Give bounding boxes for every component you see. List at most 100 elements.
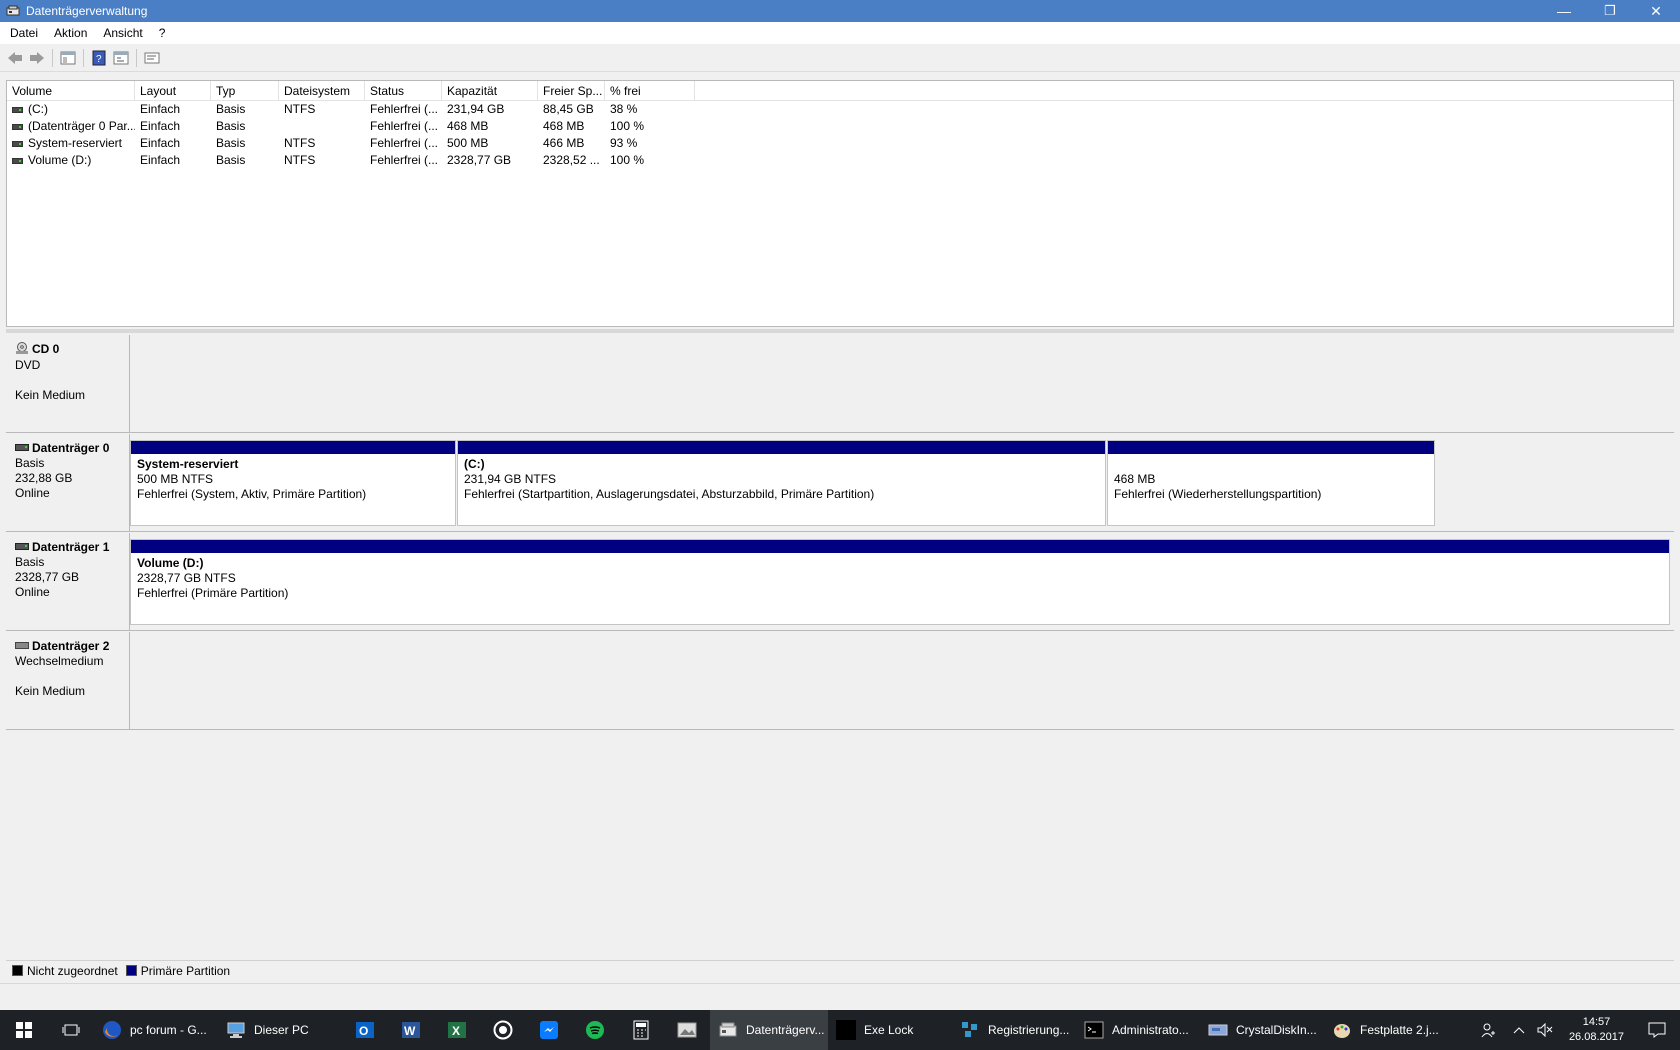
command-prompt-icon (1084, 1020, 1104, 1040)
taskbar-crystaldiskinfo[interactable]: CrystalDiskIn... (1200, 1010, 1324, 1050)
disk-row-disk2: Datenträger 2 Wechselmedium Kein Medium (6, 632, 1674, 730)
disk-size: 232,88 GB (15, 471, 73, 486)
disk-name: CD 0 (32, 342, 60, 357)
taskbar-messenger[interactable] (526, 1010, 572, 1050)
volume-button[interactable] (1531, 1010, 1559, 1050)
partition-bar (1108, 441, 1434, 454)
taskbar-photos[interactable] (664, 1010, 710, 1050)
console-tree-button[interactable] (57, 47, 79, 69)
col-volume[interactable]: Volume (7, 81, 135, 100)
people-button[interactable] (1471, 1010, 1507, 1050)
volume-icon (12, 157, 23, 164)
taskbar-registry[interactable]: Registrierung... (952, 1010, 1076, 1050)
col-freier-speicher[interactable]: Freier Sp... (538, 81, 605, 100)
forward-button[interactable] (26, 47, 48, 69)
partition-d[interactable]: Volume (D:) 2328,77 GB NTFS Fehlerfrei (… (130, 539, 1670, 625)
menu-help[interactable]: ? (153, 26, 172, 40)
taskbar-label: Exe Lock (864, 1023, 914, 1037)
toolbar-separator (83, 48, 84, 67)
disk-label-disk2[interactable]: Datenträger 2 Wechselmedium Kein Medium (6, 632, 130, 729)
cell-pct: 93 % (610, 136, 638, 150)
partition-system-reserved[interactable]: System-reserviert 500 MB NTFS Fehlerfrei… (130, 440, 456, 526)
taskbar-firefox[interactable]: pc forum - G... (94, 1010, 218, 1050)
partition-recovery[interactable]: 468 MB Fehlerfrei (Wiederherstellungspar… (1107, 440, 1435, 526)
table-row[interactable]: (C:) Einfach Basis NTFS Fehlerfrei (... … (7, 101, 1673, 118)
cell-pct: 100 % (610, 153, 645, 167)
registry-editor-icon (960, 1020, 980, 1040)
disk-name: Datenträger 0 (32, 441, 110, 455)
partition-c[interactable]: (C:) 231,94 GB NTFS Fehlerfrei (Startpar… (457, 440, 1106, 526)
taskbar-datentraegerverwaltung[interactable]: Datenträgerv... (710, 1010, 828, 1050)
taskbar-outlook[interactable]: O (342, 1010, 388, 1050)
col-kapazitaet[interactable]: Kapazität (442, 81, 538, 100)
cell-pct: 100 % (610, 119, 645, 133)
show-hide-button[interactable] (141, 47, 163, 69)
table-row[interactable]: (Datenträger 0 Par... Einfach Basis Fehl… (7, 118, 1673, 135)
taskbar-label: Datenträgerv... (746, 1023, 825, 1037)
taskbar-spotify[interactable] (572, 1010, 618, 1050)
disk-row-disk0: Datenträger 0 Basis 232,88 GB Online Sys… (6, 434, 1674, 532)
partition-bar (131, 540, 1669, 553)
cell-fs: NTFS (284, 136, 316, 150)
taskbar-whatsapp[interactable] (480, 1010, 526, 1050)
disk-row-disk1: Datenträger 1 Basis 2328,77 GB Online Vo… (6, 533, 1674, 631)
taskbar-dieser-pc[interactable]: Dieser PC (218, 1010, 342, 1050)
task-view-button[interactable] (48, 1010, 94, 1050)
menu-bar: Datei Aktion Ansicht ? (0, 22, 1680, 44)
messenger-icon (539, 1020, 559, 1040)
menu-aktion[interactable]: Aktion (48, 26, 93, 40)
console-tree-icon (60, 51, 76, 64)
disk-type: Basis (15, 555, 45, 570)
whatsapp-icon (493, 1020, 513, 1040)
col-layout[interactable]: Layout (135, 81, 211, 100)
table-row[interactable]: System-reserviert Einfach Basis NTFS Feh… (7, 135, 1673, 152)
taskbar-label: pc forum - G... (130, 1023, 207, 1037)
volume-list: Volume Layout Typ Dateisystem Status Kap… (6, 80, 1674, 327)
svg-text:X: X (452, 1024, 460, 1038)
list-header: Volume Layout Typ Dateisystem Status Kap… (7, 81, 1673, 101)
taskbar-administrator-cmd[interactable]: Administrato... (1076, 1010, 1200, 1050)
taskbar-label: Administrato... (1112, 1023, 1189, 1037)
partition-title: (C:) (464, 457, 485, 471)
cell-typ: Basis (216, 102, 246, 116)
taskbar-label: Dieser PC (254, 1023, 309, 1037)
taskbar-calculator[interactable] (618, 1010, 664, 1050)
menu-ansicht[interactable]: Ansicht (97, 26, 148, 40)
disk-label-cd0[interactable]: CD 0 DVD Kein Medium (6, 335, 130, 432)
outlook-icon: O (355, 1020, 375, 1040)
partition-size: 231,94 GB NTFS (464, 472, 557, 486)
disk-type: DVD (15, 358, 41, 372)
help-icon: ? (92, 50, 106, 65)
show-hidden-icons-button[interactable] (1507, 1010, 1531, 1050)
close-button[interactable]: ✕ (1633, 0, 1679, 22)
disk-management-icon (6, 5, 20, 17)
restore-button[interactable]: ❐ (1587, 0, 1633, 22)
menu-datei[interactable]: Datei (4, 26, 44, 40)
back-button[interactable] (4, 47, 26, 69)
cell-volume: System-reserviert (28, 136, 123, 150)
taskbar-label: Festplatte 2.j... (1360, 1023, 1439, 1037)
action-center-button[interactable] (1634, 1010, 1680, 1050)
clock[interactable]: 14:57 26.08.2017 (1569, 1015, 1624, 1045)
start-button[interactable] (0, 1010, 48, 1050)
col-prozent-frei[interactable]: % frei (605, 81, 695, 100)
table-row[interactable]: Volume (D:) Einfach Basis NTFS Fehlerfre… (7, 152, 1673, 169)
properties-button[interactable] (110, 47, 132, 69)
taskbar-word[interactable]: W (388, 1010, 434, 1050)
cell-fs: NTFS (284, 153, 316, 167)
taskbar-exe-lock[interactable]: Exe Lock (828, 1010, 952, 1050)
window-title: Datenträgerverwaltung (26, 4, 148, 18)
col-dateisystem[interactable]: Dateisystem (279, 81, 365, 100)
col-typ[interactable]: Typ (211, 81, 279, 100)
cell-capacity: 500 MB (447, 136, 489, 150)
disk-label-disk0[interactable]: Datenträger 0 Basis 232,88 GB Online (6, 434, 130, 531)
help-button[interactable]: ? (88, 47, 110, 69)
col-status[interactable]: Status (365, 81, 442, 100)
disk-size: 2328,77 GB (15, 570, 80, 585)
pane-splitter[interactable] (6, 329, 1674, 333)
taskbar-festplatte-image[interactable]: Festplatte 2.j... (1324, 1010, 1448, 1050)
minimize-button[interactable]: — (1541, 0, 1587, 22)
partition-status: Fehlerfrei (System, Aktiv, Primäre Parti… (137, 487, 367, 501)
disk-label-disk1[interactable]: Datenträger 1 Basis 2328,77 GB Online (6, 533, 130, 630)
taskbar-excel[interactable]: X (434, 1010, 480, 1050)
